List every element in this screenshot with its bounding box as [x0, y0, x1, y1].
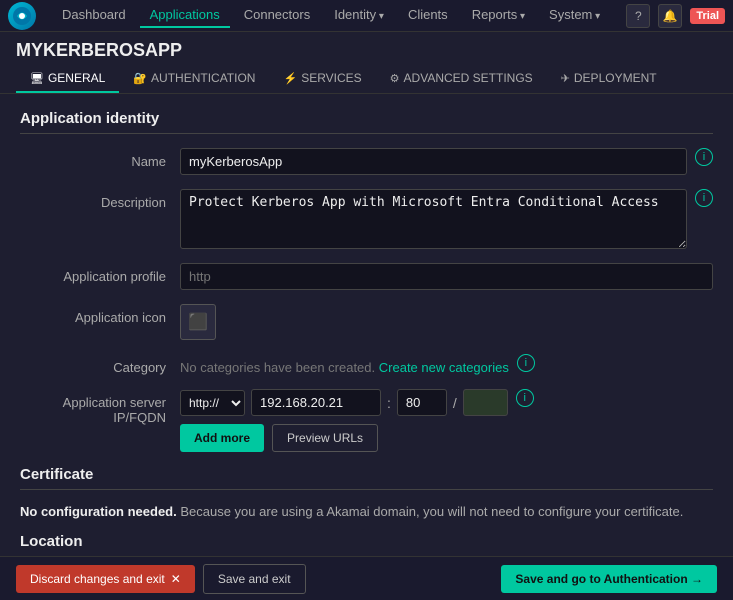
app-profile-label: Application profile	[20, 263, 180, 284]
general-tab-icon: 🖥	[30, 72, 44, 85]
notification-icon[interactable]: 🔔	[658, 4, 682, 28]
name-row: Name i	[20, 148, 713, 175]
discard-x-icon: ✕	[171, 572, 181, 586]
tab-bar: 🖥 GENERAL 🔐 AUTHENTICATION ⚡ SERVICES ⚙ …	[16, 65, 717, 93]
deployment-tab-icon: ✈	[561, 72, 570, 85]
category-control: No categories have been created. Create …	[180, 354, 713, 375]
tab-services[interactable]: ⚡ SERVICES	[269, 65, 375, 93]
slash-separator: /	[453, 395, 457, 411]
page-header: MYKERBEROSAPP 🖥 GENERAL 🔐 AUTHENTICATION…	[0, 32, 733, 94]
tab-advanced-settings[interactable]: ⚙ ADVANCED SETTINGS	[376, 65, 547, 93]
tab-deployment-label: DEPLOYMENT	[574, 71, 657, 85]
add-more-button[interactable]: Add more	[180, 424, 264, 452]
name-input[interactable]	[180, 148, 687, 175]
save-button[interactable]: Save and exit	[203, 564, 306, 594]
server-inputs: http:// https:// : /	[180, 389, 508, 416]
tab-authentication[interactable]: 🔐 AUTHENTICATION	[119, 65, 269, 93]
server-ip-row: Application server IP/FQDN http:// https…	[20, 389, 713, 452]
category-label: Category	[20, 354, 180, 375]
app-icon-control: ⬛	[180, 304, 713, 340]
nav-system[interactable]: System	[539, 3, 610, 28]
nav-connectors[interactable]: Connectors	[234, 3, 320, 28]
app-icon-label: Application icon	[20, 304, 180, 325]
app-icon-row: Application icon ⬛	[20, 304, 713, 340]
category-row: Category No categories have been created…	[20, 354, 713, 375]
certificate-section-title: Certificate	[20, 466, 713, 490]
server-ip-label: Application server IP/FQDN	[20, 389, 180, 425]
cert-note-text: Because you are using a Akamai domain, y…	[180, 504, 683, 519]
save-auth-label: Save and go to Authentication →	[515, 572, 703, 586]
certificate-section: Certificate No configuration needed. Bec…	[20, 466, 713, 519]
trial-badge: Trial	[690, 8, 725, 24]
protocol-select[interactable]: http:// https://	[180, 390, 245, 416]
discard-label: Discard changes and exit	[30, 572, 165, 586]
nav-applications[interactable]: Applications	[140, 3, 230, 28]
category-info-icon[interactable]: i	[517, 354, 535, 372]
app-icon-button[interactable]: ⬛	[180, 304, 216, 340]
tab-authentication-label: AUTHENTICATION	[151, 71, 255, 85]
nav-right-actions: ? 🔔 Trial	[626, 4, 725, 28]
category-empty-text: No categories have been created. Create …	[180, 354, 509, 375]
description-info-icon[interactable]: i	[695, 189, 713, 207]
nav-dashboard[interactable]: Dashboard	[52, 3, 136, 28]
auth-tab-icon: 🔐	[133, 72, 147, 85]
server-info-icon[interactable]: i	[516, 389, 534, 407]
nav-identity[interactable]: Identity	[324, 3, 394, 28]
nav-clients[interactable]: Clients	[398, 3, 458, 28]
colon-separator: :	[387, 395, 391, 411]
nav-menu: Dashboard Applications Connectors Identi…	[52, 3, 626, 28]
advanced-tab-icon: ⚙	[390, 72, 400, 85]
app-identity-section-title: Application identity	[20, 110, 713, 134]
page-title: MYKERBEROSAPP	[16, 40, 717, 61]
description-control: Protect Kerberos App with Microsoft Entr…	[180, 189, 713, 249]
name-control: i	[180, 148, 713, 175]
save-auth-button[interactable]: Save and go to Authentication →	[501, 565, 717, 593]
help-icon[interactable]: ?	[626, 4, 650, 28]
server-path-input[interactable]	[463, 389, 508, 416]
location-section: Location Akamai Cloud Zone US-West US-Ea…	[20, 533, 713, 558]
logo-icon	[8, 2, 36, 30]
nav-reports[interactable]: Reports	[462, 3, 535, 28]
tab-advanced-label: ADVANCED SETTINGS	[404, 71, 533, 85]
server-ip-input[interactable]	[251, 389, 381, 416]
tab-deployment[interactable]: ✈ DEPLOYMENT	[547, 65, 671, 93]
tab-services-label: SERVICES	[301, 71, 361, 85]
server-ip-control: http:// https:// : / i Add more Preview …	[180, 389, 713, 452]
page-title-text: MYKERBEROSAPP	[16, 40, 182, 61]
tab-general[interactable]: 🖥 GENERAL	[16, 65, 119, 93]
name-info-icon[interactable]: i	[695, 148, 713, 166]
location-section-title: Location	[20, 533, 713, 557]
app-profile-input[interactable]	[180, 263, 713, 290]
bottom-bar: Discard changes and exit ✕ Save and exit…	[0, 556, 733, 600]
app-profile-row: Application profile	[20, 263, 713, 290]
logo	[8, 2, 36, 30]
top-navigation: Dashboard Applications Connectors Identi…	[0, 0, 733, 32]
certificate-note: No configuration needed. Because you are…	[20, 504, 713, 519]
cert-note-bold: No configuration needed.	[20, 504, 177, 519]
server-port-input[interactable]	[397, 389, 447, 416]
tab-general-label: GENERAL	[48, 71, 105, 85]
description-row: Description Protect Kerberos App with Mi…	[20, 189, 713, 249]
app-icon-symbol: ⬛	[188, 312, 208, 332]
description-input[interactable]: Protect Kerberos App with Microsoft Entr…	[180, 189, 687, 249]
services-tab-icon: ⚡	[283, 72, 297, 85]
app-profile-control	[180, 263, 713, 290]
discard-button[interactable]: Discard changes and exit ✕	[16, 565, 195, 593]
main-content: Application identity Name i Description …	[0, 94, 733, 558]
server-btn-row: Add more Preview URLs	[180, 424, 713, 452]
name-label: Name	[20, 148, 180, 169]
create-categories-link[interactable]: Create new categories	[379, 360, 509, 375]
preview-urls-button[interactable]: Preview URLs	[272, 424, 378, 452]
description-label: Description	[20, 189, 180, 210]
